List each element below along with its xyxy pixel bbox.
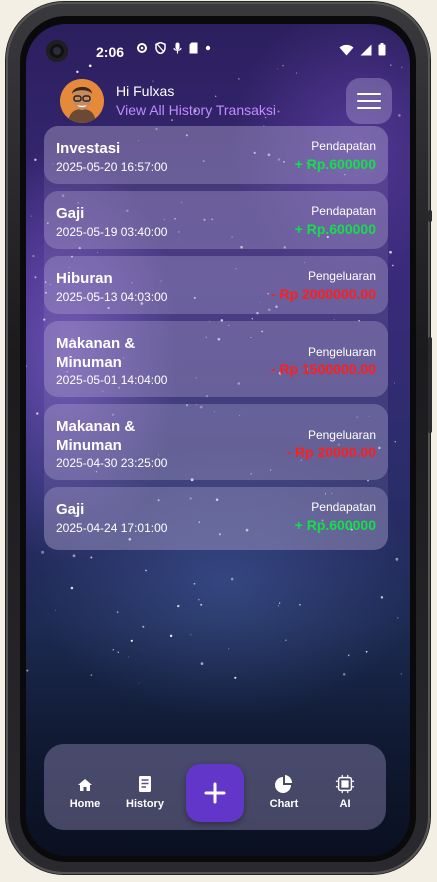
transaction-category: Makanan & Minuman (56, 335, 136, 371)
transaction-category: Hiburan (56, 270, 113, 287)
nav-history[interactable]: History (118, 774, 172, 810)
hamburger-menu-icon-line (357, 107, 381, 109)
battery-icon (378, 43, 386, 61)
transaction-card[interactable]: Hiburan 2025-05-13 04:03:00 Pengeluaran … (44, 256, 388, 314)
transaction-amount: - Rp 2000000.00 (270, 286, 376, 302)
hamburger-menu-icon-line (357, 100, 381, 102)
transaction-card[interactable]: Gaji 2025-05-19 03:40:00 Pendapatan + Rp… (44, 191, 388, 249)
dot-icon (205, 42, 211, 57)
settings-gear-icon (136, 42, 148, 57)
app-screen: 2:06 Hi Fulxas View All History Transaks… (26, 24, 410, 856)
transaction-category: Makanan & Minuman (56, 418, 136, 454)
nav-ai-label: AI (339, 798, 351, 810)
transaction-amount: + Rp.600000 (294, 221, 376, 237)
transaction-type: Pendapatan (311, 500, 376, 514)
ai-chip-icon (335, 774, 355, 794)
transaction-datetime: 2025-04-24 17:01:00 (56, 521, 168, 535)
transaction-card[interactable]: Makanan & Minuman 2025-05-01 14:04:00 Pe… (44, 321, 388, 397)
transaction-datetime: 2025-05-20 16:57:00 (56, 160, 168, 174)
status-time: 2:06 (96, 44, 125, 60)
nav-home-label: Home (69, 798, 101, 810)
view-all-history-link[interactable]: View All History Transaksi (116, 102, 276, 118)
pie-chart-icon (275, 775, 293, 793)
phone-bezel: 2:06 Hi Fulxas View All History Transaks… (20, 16, 416, 862)
bottom-navigation: Home History Chart AI (44, 744, 386, 830)
cellular-signal-icon (360, 43, 372, 61)
transaction-category: Investasi (56, 140, 121, 157)
transaction-type: Pengeluaran (307, 345, 376, 359)
transaction-datetime: 2025-05-13 04:03:00 (56, 290, 168, 304)
transaction-type: Pengeluaran (307, 269, 376, 283)
volume-button (428, 337, 432, 433)
wifi-icon (339, 43, 354, 61)
nav-home[interactable]: Home (58, 774, 112, 810)
transaction-amount: + Rp.600000 (294, 156, 376, 172)
nav-ai[interactable]: AI (318, 774, 372, 810)
add-transaction-button[interactable] (186, 764, 244, 822)
transaction-amount: + Rp.600000 (294, 517, 376, 533)
transaction-category: Gaji (56, 205, 85, 222)
transaction-amount: - Rp 1500000.00 (270, 361, 376, 377)
transaction-type: Pendapatan (311, 139, 376, 153)
home-icon (78, 779, 92, 791)
transaction-card[interactable]: Investasi 2025-05-20 16:57:00 Pendapatan… (44, 126, 388, 184)
phone-frame: 2:06 Hi Fulxas View All History Transaks… (6, 2, 432, 874)
profile-photo-icon (60, 79, 104, 123)
transaction-type: Pengeluaran (307, 428, 376, 442)
plus-icon (204, 782, 226, 804)
transaction-list[interactable]: Investasi 2025-05-20 16:57:00 Pendapatan… (44, 126, 388, 550)
greeting-text: Hi Fulxas (116, 83, 175, 99)
transaction-datetime: 2025-05-01 14:04:00 (56, 373, 168, 387)
mic-off-icon (173, 42, 182, 57)
transaction-amount: - Rp 20000.00 (286, 444, 377, 460)
transaction-type: Pendapatan (311, 204, 376, 218)
status-notification-icons (136, 41, 211, 57)
status-bar: 2:06 (26, 36, 410, 62)
transaction-datetime: 2025-04-30 23:25:00 (56, 456, 168, 470)
nav-chart[interactable]: Chart (257, 774, 311, 810)
app-header: Hi Fulxas View All History Transaksi (26, 78, 410, 128)
transaction-card[interactable]: Makanan & Minuman 2025-04-30 23:25:00 Pe… (44, 404, 388, 480)
hamburger-menu-icon (357, 93, 381, 95)
transaction-card[interactable]: Gaji 2025-04-24 17:01:00 Pendapatan + Rp… (44, 487, 388, 550)
receipt-icon (139, 776, 151, 792)
avatar[interactable] (60, 79, 104, 123)
shield-icon (155, 41, 166, 57)
nav-chart-label: Chart (269, 798, 299, 810)
menu-button[interactable] (346, 78, 392, 124)
side-button (428, 210, 432, 222)
status-system-icons (339, 43, 386, 61)
transaction-datetime: 2025-05-19 03:40:00 (56, 225, 168, 239)
transaction-category: Gaji (56, 501, 85, 518)
front-camera (46, 40, 68, 62)
sd-card-icon (189, 42, 198, 57)
nav-history-label: History (126, 798, 164, 810)
